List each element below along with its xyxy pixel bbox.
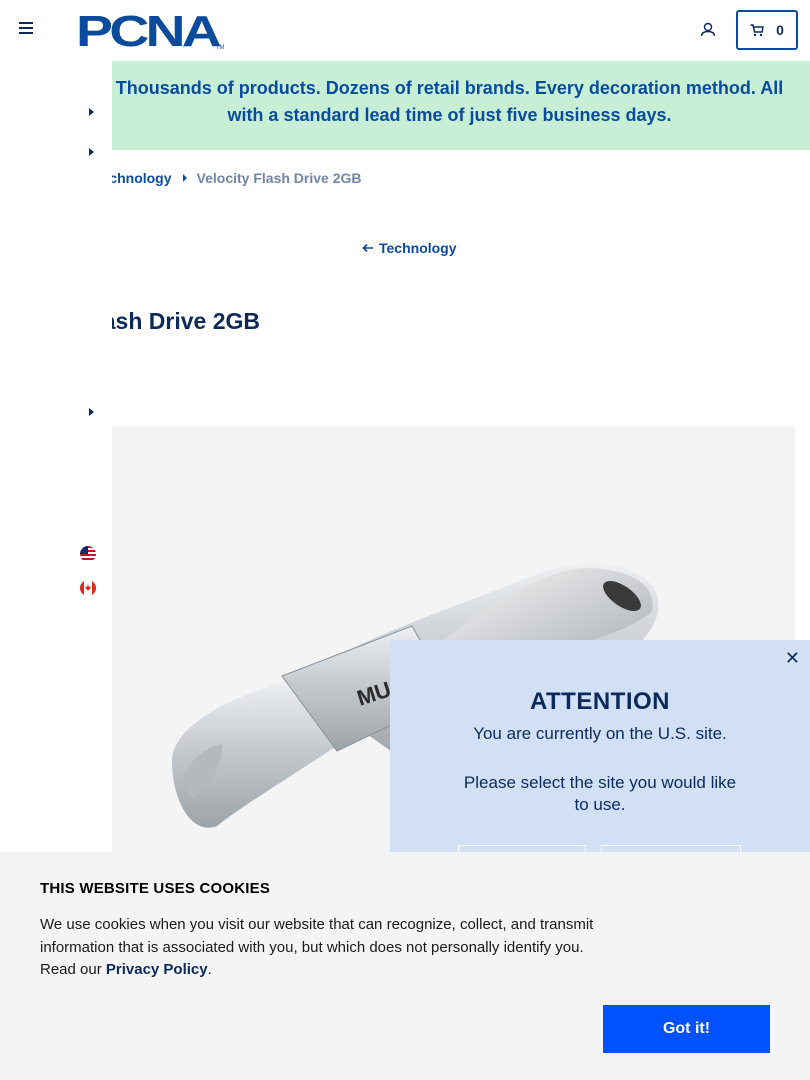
- title-clip: Velocity Flash Drive 2GB: [112, 300, 612, 340]
- promo-banner-text: Thousands of products. Dozens of retail …: [115, 78, 784, 125]
- attention-current-site: You are currently on the U.S. site.: [473, 724, 727, 743]
- product-title: Velocity Flash Drive 2GB: [112, 308, 261, 334]
- attention-select-prompt: Please select the site you would like to…: [463, 773, 737, 814]
- breadcrumb: Technology Velocity Flash Drive 2GB: [112, 168, 512, 188]
- cookie-message: We use cookies when you visit our websit…: [40, 914, 600, 982]
- back-to-category-link[interactable]: Technology: [362, 240, 457, 256]
- hamburger-icon[interactable]: [19, 22, 37, 38]
- caret-right-icon: [182, 174, 187, 182]
- back-link-label: Technology: [379, 240, 457, 256]
- logo-text: PCNA: [76, 10, 221, 50]
- breadcrumb-link-technology[interactable]: Technology: [112, 170, 172, 186]
- pcna-logo[interactable]: PCNA TM: [76, 10, 224, 50]
- accept-cookies-button[interactable]: Got it!: [603, 1005, 770, 1053]
- promo-banner: Thousands of products. Dozens of retail …: [112, 61, 810, 150]
- close-icon[interactable]: ✕: [785, 648, 800, 669]
- chevron-right-icon[interactable]: [86, 406, 96, 418]
- user-icon[interactable]: [698, 20, 718, 40]
- site-header: PCNA TM 0: [0, 0, 810, 60]
- cart-button[interactable]: 0: [736, 10, 798, 50]
- arrow-left-icon: [362, 243, 373, 253]
- chevron-right-icon[interactable]: [86, 106, 96, 118]
- svg-text:TM: TM: [216, 45, 224, 50]
- breadcrumb-current: Velocity Flash Drive 2GB: [196, 170, 362, 186]
- privacy-policy-link[interactable]: Privacy Policy: [106, 961, 208, 978]
- cookie-title: THIS WEBSITE USES COOKIES: [40, 880, 271, 897]
- cart-count: 0: [776, 22, 784, 38]
- cookie-banner: THIS WEBSITE USES COOKIES We use cookies…: [0, 852, 810, 1080]
- cart-icon: [750, 23, 765, 36]
- us-flag-icon[interactable]: [80, 546, 96, 562]
- cookie-body-end: .: [207, 961, 212, 978]
- chevron-right-icon[interactable]: [86, 146, 96, 158]
- attention-title: ATTENTION: [529, 688, 671, 715]
- canada-flag-icon[interactable]: [80, 580, 96, 596]
